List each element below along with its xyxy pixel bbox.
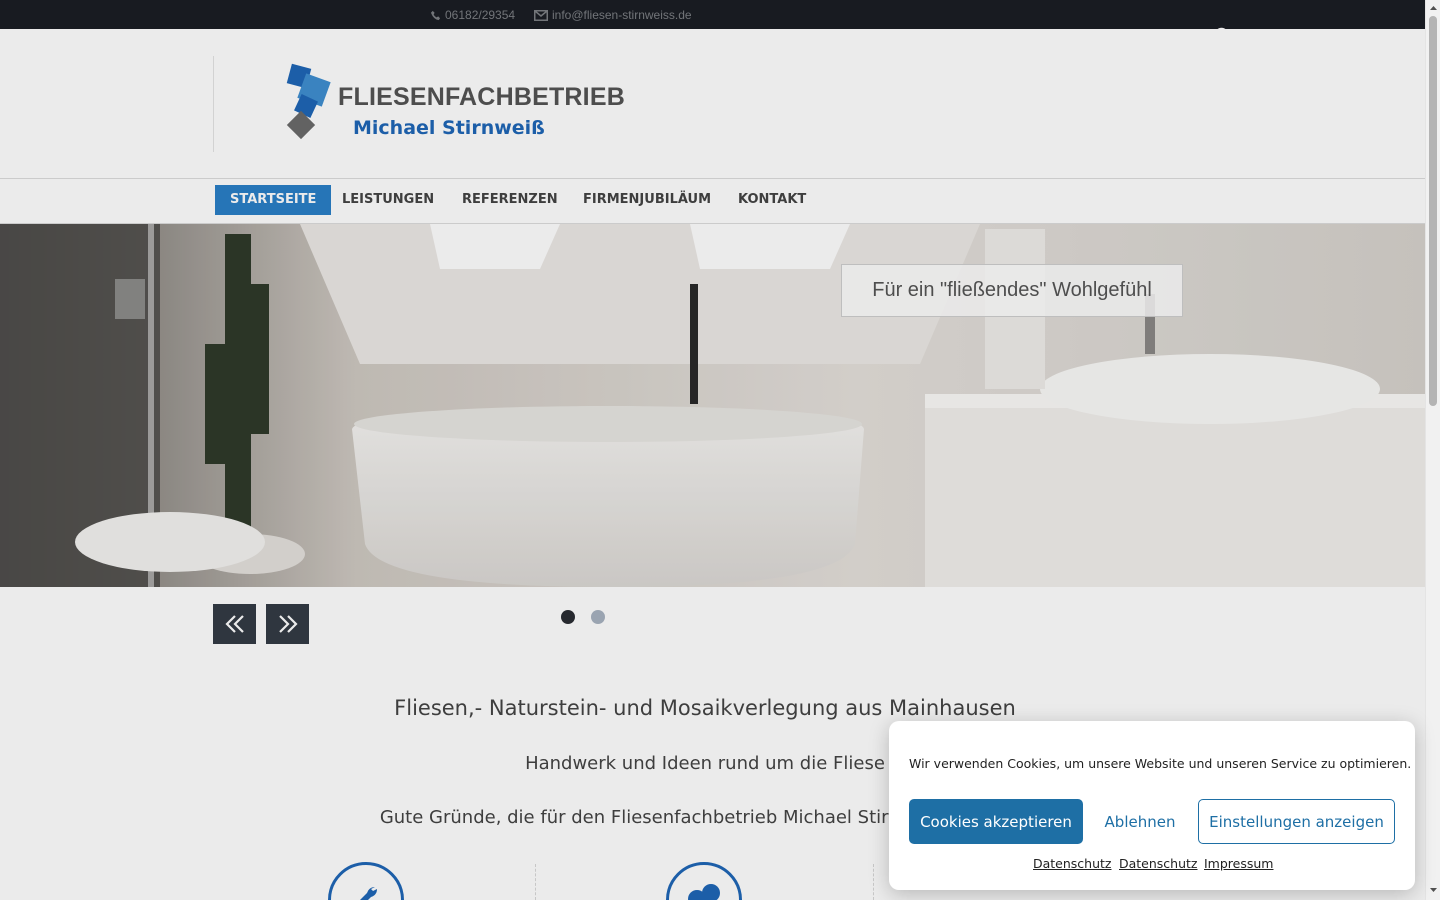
scrollbar-thumb[interactable] — [1429, 16, 1437, 406]
cookie-message: Wir verwenden Cookies, um unsere Website… — [909, 756, 1412, 771]
page-scrollbar[interactable] — [1425, 0, 1440, 900]
cookie-consent-banner: Wir verwenden Cookies, um unsere Website… — [889, 721, 1415, 890]
scroll-down-arrow-icon[interactable] — [1426, 884, 1440, 896]
privacy-link[interactable]: Datenschutz — [1033, 856, 1112, 871]
scroll-up-arrow-icon[interactable] — [1426, 2, 1440, 14]
accept-cookies-button[interactable]: Cookies akzeptieren — [909, 799, 1083, 844]
privacy-link-2[interactable]: Datenschutz — [1119, 856, 1198, 871]
deny-cookies-button[interactable]: Ablehnen — [1093, 799, 1187, 844]
cookie-settings-button[interactable]: Einstellungen anzeigen — [1198, 799, 1395, 844]
imprint-link[interactable]: Impressum — [1204, 856, 1273, 871]
